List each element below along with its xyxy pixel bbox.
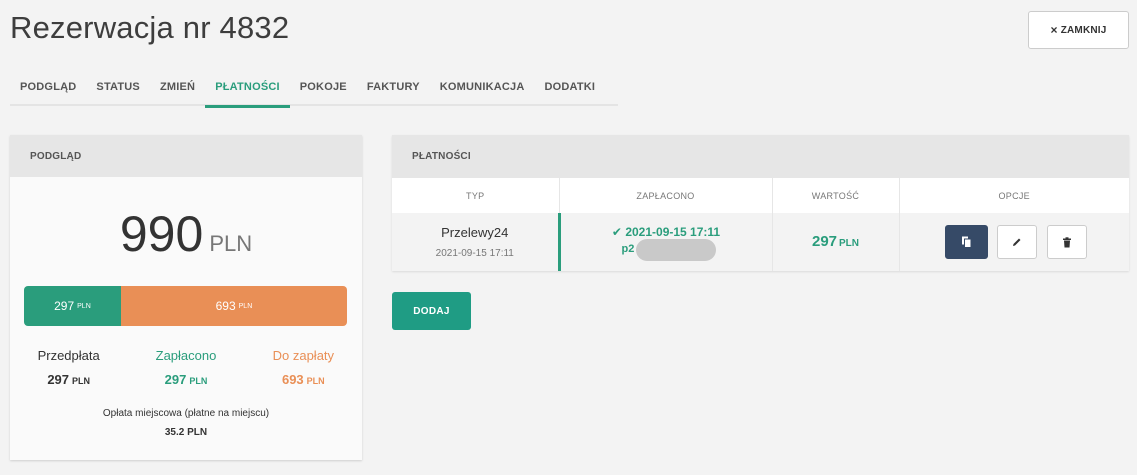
local-fee: Opłata miejscowa (płatne na miejscu) 35.… xyxy=(10,408,362,438)
due-segment-value: 693 xyxy=(215,299,236,313)
tab-komunikacja[interactable]: KOMUNIKACJA xyxy=(430,68,535,106)
summary-stats: Przedpłata 297 PLN Zapłacono 297 PLN Do za… xyxy=(10,348,362,387)
add-payment-button[interactable]: DODAJ xyxy=(392,292,471,330)
payment-amount: 297 PLN xyxy=(812,233,859,250)
payment-amount-currency: PLN xyxy=(839,238,860,249)
stat-paid-label: Zapłacono xyxy=(155,348,217,363)
summary-heading: PODGLĄD xyxy=(10,135,362,177)
stat-prepayment: Przedpłata 297 PLN xyxy=(10,348,127,387)
due-segment-currency: PLN xyxy=(238,302,253,310)
column-header-paid: ZAPŁACONO xyxy=(559,178,773,213)
payment-amount-cell: 297 PLN xyxy=(772,213,900,271)
payments-panel: PŁATNOŚCI TYP ZAPŁACONO WARTOŚĆ OPCJE Pr… xyxy=(392,135,1129,271)
payment-reference-text: p2 xyxy=(621,243,635,255)
payment-method: Przelewy24 xyxy=(441,225,509,240)
page-title: Rezerwacja nr 4832 xyxy=(10,10,290,45)
stat-prepayment-label: Przedpłata xyxy=(37,348,100,363)
due-segment: 693 PLN xyxy=(120,286,347,326)
total-currency: PLN xyxy=(209,231,253,256)
payments-heading: PŁATNOŚCI xyxy=(392,135,1129,178)
stat-due-value: 693 PLN xyxy=(245,372,362,387)
document-button[interactable] xyxy=(944,225,988,259)
edit-button[interactable] xyxy=(996,225,1037,259)
column-header-options: OPCJE xyxy=(899,178,1129,213)
paid-segment-value: 297 xyxy=(54,299,75,313)
stat-due: Do zapłaty 693 PLN xyxy=(245,348,362,387)
tab-dodatki[interactable]: DODATKI xyxy=(534,68,605,106)
redacted-blur xyxy=(635,239,716,261)
column-header-value: WARTOŚĆ xyxy=(772,178,900,213)
document-icon xyxy=(961,236,971,248)
payment-progress-bar: 297 PLN 693 PLN xyxy=(24,286,347,326)
total-amount: 990 PLN xyxy=(10,205,362,263)
payment-method-date: 2021-09-15 17:11 xyxy=(435,248,514,259)
payment-amount-value: 297 xyxy=(811,233,838,250)
total-value: 990 xyxy=(119,206,204,262)
delete-button[interactable] xyxy=(1046,225,1087,259)
payments-table: TYP ZAPŁACONO WARTOŚĆ OPCJE Przelewy24 2… xyxy=(392,178,1129,271)
stat-paid-currency: PLN xyxy=(189,376,208,386)
local-fee-value: 35.2 PLN xyxy=(164,427,208,438)
close-button[interactable]: × ZAMKNIJ xyxy=(1028,11,1129,49)
stat-due-number: 693 xyxy=(281,372,304,387)
payment-options xyxy=(900,225,1130,259)
close-button-label: ZAMKNIJ xyxy=(1060,24,1107,36)
tab-zmien[interactable]: ZMIEŃ xyxy=(150,68,205,106)
summary-panel: PODGLĄD 990 PLN 297 PLN 693 PLN Przedpłata … xyxy=(10,135,362,460)
payment-paid-date-text: 2021-09-15 17:11 xyxy=(625,225,721,239)
paid-segment: 297 PLN xyxy=(24,286,121,326)
stat-paid: Zapłacono 297 PLN xyxy=(127,348,244,387)
table-header-row: TYP ZAPŁACONO WARTOŚĆ OPCJE xyxy=(392,178,1129,213)
tab-platnosci[interactable]: PŁATNOŚCI xyxy=(205,68,290,108)
trash-icon xyxy=(1062,236,1071,247)
tab-pokoje[interactable]: POKOJE xyxy=(290,68,357,106)
local-fee-label: Opłata miejscowa (płatne na miejscu) xyxy=(102,408,270,419)
stat-prepayment-currency: PLN xyxy=(72,376,91,386)
tab-faktury[interactable]: FAKTURY xyxy=(357,68,430,106)
pencil-icon xyxy=(1013,238,1021,246)
close-icon: × xyxy=(1050,23,1058,37)
stat-paid-value: 297 PLN xyxy=(127,372,244,387)
payment-reference: p2 xyxy=(561,239,772,261)
stat-due-currency: PLN xyxy=(306,376,325,386)
stat-prepayment-number: 297 xyxy=(47,372,70,387)
paid-segment-currency: PLN xyxy=(77,302,91,310)
tab-podglad[interactable]: PODGLĄD xyxy=(10,68,86,106)
table-row: Przelewy24 2021-09-15 17:11 ✔ 2021-09-15… xyxy=(392,213,1129,271)
check-icon: ✔ xyxy=(611,225,622,239)
column-header-type: TYP xyxy=(392,178,560,213)
payment-options-cell xyxy=(899,213,1129,271)
stat-paid-number: 297 xyxy=(164,372,187,387)
stat-prepayment-value: 297 PLN xyxy=(10,372,127,387)
payment-paid-date: ✔ 2021-09-15 17:11 xyxy=(561,225,772,239)
payment-paid-cell: ✔ 2021-09-15 17:11 p2 xyxy=(557,213,773,271)
tab-bar: PODGLĄD STATUS ZMIEŃ PŁATNOŚCI POKOJE FA… xyxy=(10,68,618,108)
payment-method-cell: Przelewy24 2021-09-15 17:11 xyxy=(392,213,560,271)
tab-status[interactable]: STATUS xyxy=(86,68,150,106)
stat-due-label: Do zapłaty xyxy=(272,348,335,363)
